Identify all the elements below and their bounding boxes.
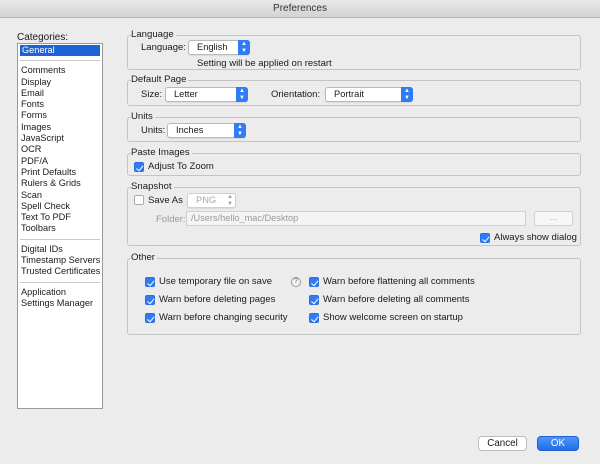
folder-path-field[interactable]: /Users/hello_mac/Desktop (186, 211, 526, 226)
window-titlebar: Preferences (0, 0, 600, 18)
category-item[interactable]: Settings Manager (18, 298, 102, 309)
orientation-value: Portrait (334, 89, 364, 99)
categories-list[interactable]: General Comments Display Email Fonts Forms Ima… (17, 43, 103, 409)
language-group-title: Language (131, 29, 176, 40)
category-item[interactable]: Trusted Certificates (18, 266, 102, 277)
window-title: Preferences (273, 3, 327, 14)
browse-folder-button[interactable]: ... (534, 211, 573, 226)
always-show-dialog-label: Always show dialog (494, 232, 577, 243)
other-group-title: Other (131, 252, 157, 263)
category-item[interactable]: Images (18, 122, 102, 133)
page-size-label: Size: (141, 89, 163, 100)
categories-label: Categories: (17, 32, 69, 43)
category-divider (20, 238, 100, 240)
warn-flatten-checkbox[interactable] (309, 277, 319, 287)
save-as-label: Save As (148, 195, 183, 206)
category-item[interactable]: Comments (18, 65, 102, 76)
orientation-label: Orientation: (271, 89, 321, 100)
language-select-value: English (197, 42, 228, 52)
category-item[interactable]: Fonts (18, 99, 102, 110)
warn-delete-pages-label: Warn before deleting pages (159, 294, 276, 305)
category-item[interactable]: Display (18, 77, 102, 88)
paste-images-group-title: Paste Images (131, 147, 192, 158)
adjust-to-zoom-label: Adjust To Zoom (148, 161, 214, 172)
category-item[interactable]: JavaScript (18, 133, 102, 144)
warn-delete-comments-label: Warn before deleting all comments (323, 294, 470, 305)
category-item[interactable]: Spell Check (18, 201, 102, 212)
cancel-button[interactable]: Cancel (478, 436, 527, 451)
chevron-updown-icon: ▲ ▼ (236, 87, 248, 102)
save-as-checkbox[interactable] (134, 195, 144, 205)
category-item[interactable]: OCR (18, 144, 102, 155)
chevron-updown-icon: ▲ ▼ (234, 123, 246, 138)
language-restart-note: Setting will be applied on restart (197, 58, 332, 69)
snapshot-format-select[interactable]: PNG ▲ ▼ (187, 193, 236, 208)
category-divider (20, 281, 100, 283)
category-item[interactable]: Timestamp Servers (18, 255, 102, 266)
snapshot-group-title: Snapshot (131, 181, 174, 192)
chevron-updown-icon: ▲ ▼ (227, 194, 233, 207)
temp-file-checkbox[interactable] (145, 277, 155, 287)
adjust-to-zoom-checkbox[interactable] (134, 162, 144, 172)
category-item[interactable]: General (20, 45, 100, 57)
folder-label: Folder: (156, 214, 186, 225)
chevron-updown-icon: ▲ ▼ (401, 87, 413, 102)
language-select[interactable]: English ▲ ▼ (188, 40, 250, 55)
units-label: Units: (141, 125, 166, 136)
category-divider (20, 60, 100, 62)
units-group-title: Units (131, 111, 155, 122)
category-item[interactable]: Application (18, 287, 102, 298)
welcome-screen-label: Show welcome screen on startup (323, 312, 463, 323)
temp-file-label: Use temporary file on save (159, 276, 272, 287)
category-item[interactable]: Scan (18, 190, 102, 201)
warn-delete-comments-checkbox[interactable] (309, 295, 319, 305)
category-item[interactable]: Email (18, 88, 102, 99)
page-size-select[interactable]: Letter ▲ ▼ (165, 87, 248, 102)
orientation-select[interactable]: Portrait ▲ ▼ (325, 87, 413, 102)
units-value: Inches (176, 125, 204, 135)
warn-flatten-label: Warn before flattening all comments (323, 276, 475, 287)
default-page-group-title: Default Page (131, 74, 189, 85)
warn-security-label: Warn before changing security (159, 312, 288, 323)
welcome-screen-checkbox[interactable] (309, 313, 319, 323)
ok-button[interactable]: OK (537, 436, 579, 451)
warn-delete-pages-checkbox[interactable] (145, 295, 155, 305)
category-item[interactable]: PDF/A (18, 156, 102, 167)
category-item[interactable]: Toolbars (18, 223, 102, 234)
snapshot-format-value: PNG (196, 195, 217, 205)
language-label: Language: (141, 42, 186, 53)
category-item[interactable]: Forms (18, 110, 102, 121)
category-item[interactable]: Text To PDF (18, 212, 102, 223)
category-item[interactable]: Digital IDs (18, 244, 102, 255)
warn-security-checkbox[interactable] (145, 313, 155, 323)
help-icon[interactable]: ? (291, 277, 301, 287)
units-select[interactable]: Inches ▲ ▼ (167, 123, 246, 138)
always-show-dialog-checkbox[interactable] (480, 233, 490, 243)
chevron-updown-icon: ▲ ▼ (238, 40, 250, 55)
category-item[interactable]: Print Defaults (18, 167, 102, 178)
category-item[interactable]: Rulers & Grids (18, 178, 102, 189)
page-size-value: Letter (174, 89, 198, 99)
